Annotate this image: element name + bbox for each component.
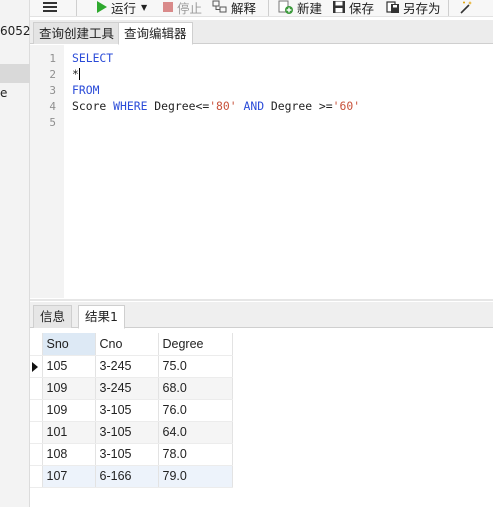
cell-sno[interactable]: 108	[42, 443, 96, 466]
hamburger-menu-icon	[43, 2, 57, 12]
table-row[interactable]: 109 3-105 76.0	[30, 399, 233, 422]
code-line-3[interactable]: FROM	[72, 83, 99, 97]
left-navigation-strip: 6052 e	[0, 0, 30, 507]
toolbar-separator	[448, 0, 449, 16]
line-number: 2	[49, 68, 56, 81]
new-icon	[278, 0, 293, 14]
cell-degree[interactable]: 79.0	[158, 465, 233, 488]
line-number: 5	[49, 116, 56, 129]
column-header-degree[interactable]: Degree	[158, 333, 233, 356]
sql-text: Score	[72, 99, 114, 113]
new-label: 新建	[297, 0, 323, 16]
tab-query-editor[interactable]: 查询编辑器	[118, 22, 193, 45]
new-query-button[interactable]: 新建	[278, 0, 322, 17]
table-header-row: Sno Cno Degree	[30, 333, 233, 356]
save-icon	[333, 1, 345, 13]
sql-string: '80'	[209, 99, 237, 113]
stop-button[interactable]: 停止	[162, 0, 202, 17]
cell-sno[interactable]: 107	[42, 465, 96, 488]
toolbar-separator	[268, 0, 269, 16]
toolbar-separator	[76, 0, 77, 16]
beautify-button[interactable]	[458, 0, 477, 17]
line-number-gutter: 1 2 3 4 5	[30, 45, 64, 298]
result-grid: Sno Cno Degree 105 3-245 75.0 109 3-245 …	[30, 329, 493, 507]
tab-query-builder[interactable]: 查询创建工具	[33, 22, 121, 44]
row-indicator[interactable]	[30, 421, 43, 444]
table-row[interactable]: 105 3-245 75.0	[30, 355, 233, 378]
cell-cno[interactable]: 6-166	[95, 465, 159, 488]
query-toolbar: 运行 ▼ 停止 解释 新建 保存 另存为	[30, 0, 493, 17]
cell-degree[interactable]: 64.0	[158, 421, 233, 444]
explain-label: 解释	[231, 0, 257, 16]
connection-label-fragment[interactable]: 6052	[0, 24, 30, 38]
cell-sno[interactable]: 101	[42, 421, 96, 444]
save-label: 保存	[349, 0, 375, 16]
table-row[interactable]: 109 3-245 68.0	[30, 377, 233, 400]
panel-splitter[interactable]	[30, 299, 493, 301]
run-button[interactable]: 运行 ▼	[96, 0, 147, 17]
row-indicator-header	[30, 333, 43, 356]
sql-text: Degree<=	[147, 99, 210, 113]
cell-cno[interactable]: 3-245	[95, 355, 159, 378]
cell-cno[interactable]: 3-105	[95, 421, 159, 444]
sql-editor[interactable]: 1 2 3 4 5 SELECT * FROM Score WHERE Degr…	[30, 45, 493, 298]
table-row[interactable]: 108 3-105 78.0	[30, 443, 233, 466]
column-header-sno[interactable]: Sno	[42, 333, 96, 356]
tab-info[interactable]: 信息	[33, 305, 73, 328]
explain-icon	[212, 0, 227, 13]
row-indicator[interactable]	[30, 377, 43, 400]
code-line-1[interactable]: SELECT	[72, 51, 113, 65]
line-number: 3	[49, 84, 56, 97]
menu-button[interactable]	[42, 0, 61, 17]
save-as-button[interactable]: 另存为	[386, 0, 441, 17]
cell-sno[interactable]: 109	[42, 399, 96, 422]
editor-tab-bar: 查询创建工具 查询编辑器	[30, 20, 493, 45]
cell-degree[interactable]: 76.0	[158, 399, 233, 422]
explain-button[interactable]: 解释	[212, 0, 256, 17]
line-number: 1	[49, 52, 56, 65]
sql-keyword: FROM	[72, 83, 100, 97]
sql-keyword: AND	[243, 99, 265, 113]
cell-sno[interactable]: 105	[42, 355, 96, 378]
run-label: 运行	[111, 0, 137, 16]
row-indicator[interactable]	[30, 399, 43, 422]
cell-sno[interactable]: 109	[42, 377, 96, 400]
run-dropdown-icon[interactable]: ▼	[141, 3, 147, 12]
cell-cno[interactable]: 3-105	[95, 399, 159, 422]
save-as-label: 另存为	[403, 0, 441, 16]
text-caret	[78, 68, 80, 80]
play-icon	[97, 1, 107, 13]
stop-label: 停止	[177, 0, 203, 16]
tab-result1[interactable]: 结果1	[78, 305, 125, 329]
sql-text: *	[72, 67, 79, 81]
code-line-4[interactable]: Score WHERE Degree<='80' AND Degree >='6…	[72, 99, 360, 113]
sql-keyword: WHERE	[113, 99, 148, 113]
code-line-2[interactable]: *	[72, 67, 80, 81]
sql-string: '60'	[332, 99, 361, 113]
current-row-arrow-icon	[32, 361, 38, 372]
line-number: 4	[49, 100, 56, 113]
cell-cno[interactable]: 3-105	[95, 443, 159, 466]
result-tab-bar: 信息 结果1	[30, 302, 493, 329]
sql-keyword: SELECT	[72, 51, 114, 65]
magic-wand-icon	[460, 1, 473, 14]
save-as-icon	[386, 1, 399, 13]
save-button[interactable]: 保存	[332, 0, 374, 17]
table-row[interactable]: 101 3-105 64.0	[30, 421, 233, 444]
result-table: Sno Cno Degree 105 3-245 75.0 109 3-245 …	[30, 333, 233, 488]
cell-degree[interactable]: 78.0	[158, 443, 233, 466]
sql-text: Degree >=	[264, 99, 333, 113]
tree-item-fragment[interactable]: e	[0, 86, 7, 100]
cell-degree[interactable]: 68.0	[158, 377, 233, 400]
cell-degree[interactable]: 75.0	[158, 355, 233, 378]
table-row[interactable]: 107 6-166 79.0	[30, 465, 233, 488]
row-indicator[interactable]	[30, 355, 43, 378]
column-header-cno[interactable]: Cno	[95, 333, 159, 356]
row-indicator[interactable]	[30, 465, 43, 488]
stop-icon	[163, 2, 173, 12]
selected-tree-row[interactable]	[0, 64, 30, 83]
cell-cno[interactable]: 3-245	[95, 377, 159, 400]
row-indicator[interactable]	[30, 443, 43, 466]
